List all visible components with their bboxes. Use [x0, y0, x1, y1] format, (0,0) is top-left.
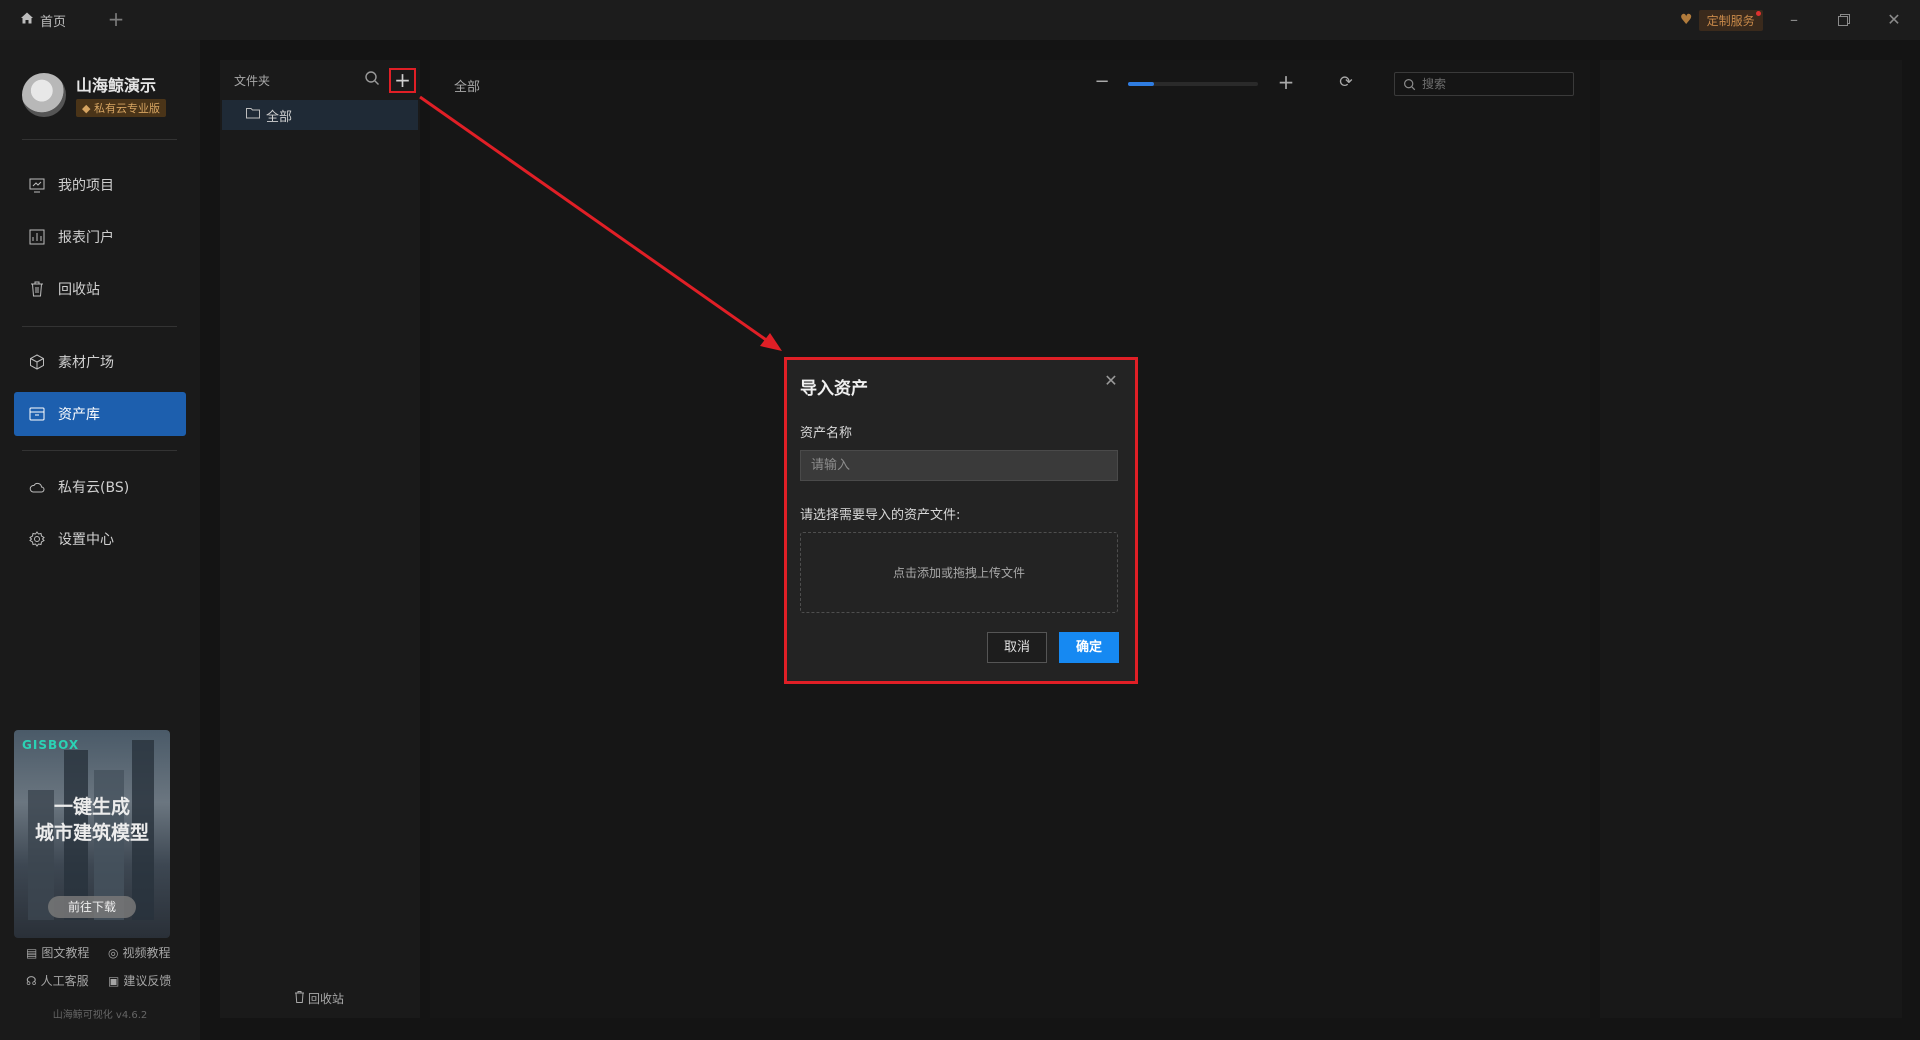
sidebar-item-my-projects[interactable]: 我的项目 — [14, 163, 186, 207]
video-tutorial-link[interactable]: ◎ 视频教程 — [108, 944, 171, 961]
sidebar-item-label: 报表门户 — [58, 230, 114, 246]
feedback-label: 建议反馈 — [123, 974, 172, 988]
report-icon — [28, 228, 46, 246]
feedback-icon: ▣ — [108, 973, 120, 988]
promo-download-button[interactable]: 前往下载 — [48, 896, 136, 918]
folder-panel — [220, 60, 420, 1018]
breadcrumb: 全部 — [454, 80, 481, 95]
sidebar-item-label: 我的项目 — [58, 178, 114, 194]
play-icon: ◎ — [108, 945, 119, 960]
doc-tutorial-label: 图文教程 — [41, 946, 90, 960]
minimize-button[interactable]: – — [1782, 8, 1806, 32]
folder-item-all[interactable]: 全部 — [222, 100, 418, 130]
home-tab-label: 首页 — [40, 14, 67, 30]
divider — [22, 139, 177, 140]
asset-name-label: 资产名称 — [800, 426, 853, 441]
refresh-button[interactable]: ⟳ — [1336, 72, 1356, 92]
file-upload-dropzone[interactable]: 点击添加或拖拽上传文件 — [800, 532, 1118, 613]
video-tutorial-label: 视频教程 — [122, 946, 171, 960]
plus-icon: + — [1277, 70, 1295, 94]
support-label: 人工客服 — [40, 974, 89, 988]
zoom-slider-fill — [1128, 82, 1154, 86]
new-tab-button[interactable]: + — [104, 8, 128, 32]
sidebar-item-label: 设置中心 — [58, 532, 114, 548]
custom-service-button[interactable]: ♥ 定制服务 — [1680, 9, 1763, 31]
plus-icon: + — [394, 68, 411, 92]
properties-panel — [1600, 60, 1902, 1018]
doc-tutorial-link[interactable]: ▤ 图文教程 — [26, 944, 89, 961]
sidebar-item-label: 私有云(BS) — [58, 480, 130, 496]
folder-item-label: 全部 — [266, 109, 293, 125]
dialog-close-button[interactable]: ✕ — [1102, 372, 1120, 390]
search-input[interactable] — [1422, 77, 1562, 91]
sidebar-item-asset-library[interactable]: 资产库 — [14, 392, 186, 436]
document-icon: ▤ — [26, 945, 38, 960]
folder-panel-title: 文件夹 — [234, 74, 271, 88]
restore-icon — [1838, 14, 1850, 26]
custom-service-label: 定制服务 — [1706, 13, 1755, 28]
close-window-button[interactable]: ✕ — [1882, 8, 1906, 32]
brand: 山海鲸演示 ◆ 私有云专业版 — [22, 72, 166, 117]
zoom-out-button[interactable]: − — [1092, 72, 1112, 92]
sidebar-item-label: 素材广场 — [58, 355, 114, 371]
divider — [22, 450, 177, 451]
cube-icon — [28, 353, 46, 371]
plus-icon: + — [107, 7, 125, 31]
zoom-in-button[interactable]: + — [1276, 72, 1296, 92]
search-field[interactable] — [1394, 72, 1574, 96]
promo-title: 一键生成 — [53, 796, 130, 818]
gear-icon — [28, 530, 46, 548]
minimize-icon: – — [1790, 10, 1798, 29]
sidebar-item-label: 资产库 — [58, 407, 100, 423]
feedback-link[interactable]: ▣ 建议反馈 — [108, 972, 171, 989]
dialog-title: 导入资产 — [800, 379, 868, 399]
add-folder-button[interactable]: + — [389, 68, 416, 93]
search-icon — [365, 71, 379, 85]
folder-icon — [246, 107, 260, 123]
promo-banner[interactable]: GISBOX 一键生成 城市建筑模型 前往下载 — [14, 730, 170, 938]
confirm-button[interactable]: 确定 — [1059, 632, 1119, 663]
chart-board-icon — [28, 176, 46, 194]
notification-dot — [1755, 10, 1761, 16]
close-icon: ✕ — [1104, 371, 1118, 390]
heart-icon: ♥ — [1680, 12, 1693, 28]
promo-subtitle: 城市建筑模型 — [34, 822, 149, 844]
trash-icon — [28, 280, 46, 298]
home-tab[interactable]: 首页 — [20, 0, 66, 40]
sidebar-item-private-cloud[interactable]: 私有云(BS) — [14, 465, 186, 509]
promo-brand: GISBOX — [22, 738, 80, 752]
sidebar-item-label: 回收站 — [58, 282, 100, 298]
folder-recycle-label: 回收站 — [308, 992, 345, 1006]
sidebar-item-material-plaza[interactable]: 素材广场 — [14, 340, 186, 384]
asset-name-input[interactable] — [800, 450, 1118, 481]
minus-icon: − — [1094, 71, 1110, 92]
sidebar-item-recycle-bin[interactable]: 回收站 — [14, 267, 186, 311]
sidebar-item-report-portal[interactable]: 报表门户 — [14, 215, 186, 259]
home-icon — [20, 11, 34, 29]
restore-button[interactable] — [1832, 8, 1856, 32]
edition-badge: ◆ 私有云专业版 — [76, 99, 166, 117]
support-link[interactable]: ☊ 人工客服 — [26, 972, 89, 989]
version-label: 山海鲸可视化 v4.6.2 — [52, 1010, 148, 1021]
sidebar-item-settings[interactable]: 设置中心 — [14, 517, 186, 561]
title-bar — [0, 0, 1920, 40]
trash-icon — [294, 991, 305, 1006]
close-icon: ✕ — [1887, 10, 1901, 29]
avatar[interactable] — [22, 72, 66, 117]
dropzone-text: 点击添加或拖拽上传文件 — [892, 566, 1025, 580]
cloud-icon — [28, 478, 46, 496]
search-icon — [1404, 78, 1416, 90]
asset-file-label: 请选择需要导入的资产文件: — [800, 508, 961, 523]
headset-icon: ☊ — [26, 973, 37, 988]
folder-search-button[interactable] — [364, 70, 382, 88]
archive-icon — [28, 405, 46, 423]
brand-name: 山海鲸演示 — [76, 76, 157, 95]
divider — [22, 326, 177, 327]
folder-recycle-link[interactable]: 回收站 — [294, 990, 344, 1007]
cancel-button[interactable]: 取消 — [987, 632, 1047, 663]
refresh-icon: ⟳ — [1339, 72, 1353, 91]
